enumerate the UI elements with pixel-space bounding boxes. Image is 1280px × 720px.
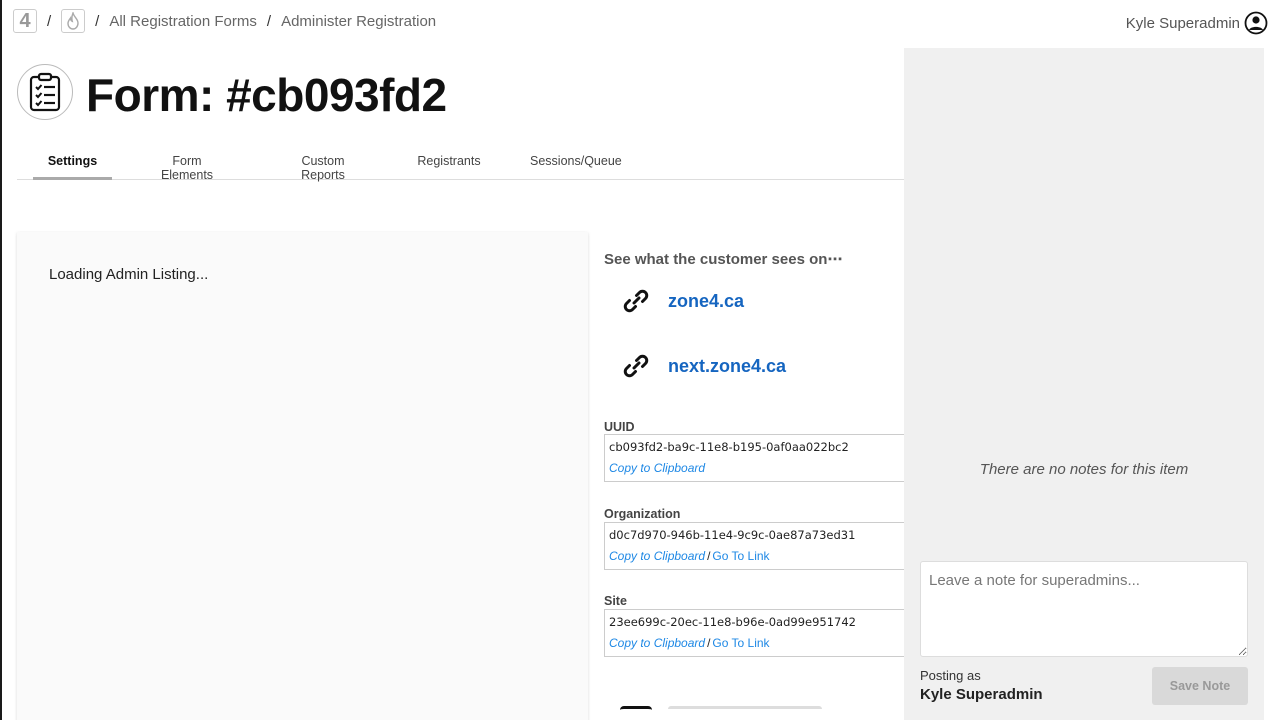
site-value: 23ee699c-20ec-11e8-b96e-0ad99e951742 (609, 615, 856, 629)
note-input[interactable] (920, 561, 1248, 657)
tab-custom-reports[interactable]: Custom Reports (278, 146, 368, 182)
window-edge (0, 0, 2, 720)
user-avatar-icon (1244, 11, 1268, 35)
copy-uuid-link[interactable]: Copy to Clipboard (609, 461, 705, 475)
posting-as-user: Kyle Superadmin (920, 686, 1043, 703)
organization-field: d0c7d970-946b-11e4-9c9c-0ae87a73ed31 Cop… (604, 522, 904, 570)
logo-text: 4 (19, 9, 31, 32)
site-actions: Copy to Clipboard / Go To Link (609, 636, 770, 650)
uuid-label: UUID (604, 420, 635, 434)
organization-actions: Copy to Clipboard / Go To Link (609, 549, 770, 563)
organization-label: Organization (604, 507, 681, 521)
top-bar: 4 / / All Registration Forms / Administe… (0, 0, 1280, 44)
link-icon (623, 289, 649, 313)
separator-slash: / (707, 549, 711, 563)
tab-form-elements[interactable]: Form Elements (145, 146, 229, 182)
tab-registrants[interactable]: Registrants (417, 146, 481, 180)
tab-sessions-queue[interactable]: Sessions/Queue (530, 146, 622, 180)
breadcrumb: 4 / / All Registration Forms / Administe… (13, 8, 436, 34)
customer-link-text[interactable]: next.zone4.ca (668, 356, 786, 377)
separator-slash: / (707, 636, 711, 650)
breadcrumb-all-forms[interactable]: All Registration Forms (109, 13, 257, 30)
organization-value: d0c7d970-946b-11e4-9c9c-0ae87a73ed31 (609, 528, 856, 542)
uuid-value: cb093fd2-ba9c-11e8-b195-0af0aa022bc2 (609, 440, 849, 454)
posting-as-label: Posting as (920, 668, 981, 683)
copy-organization-link[interactable]: Copy to Clipboard (609, 549, 705, 563)
partial-button-cutoff (668, 706, 822, 720)
copy-site-link[interactable]: Copy to Clipboard (609, 636, 705, 650)
user-menu[interactable]: Kyle Superadmin (1126, 11, 1268, 35)
page-title: Form: #cb093fd2 (86, 69, 447, 121)
goto-organization-link[interactable]: Go To Link (712, 549, 769, 563)
loading-text: Loading Admin Listing... (49, 266, 209, 283)
zone4-logo[interactable]: 4 (13, 9, 37, 33)
flame-icon[interactable] (61, 9, 86, 33)
no-notes-message: There are no notes for this item (979, 461, 1189, 478)
breadcrumb-separator: / (266, 12, 272, 30)
partial-icon-cutoff (620, 706, 652, 720)
uuid-field: cb093fd2-ba9c-11e8-b195-0af0aa022bc2 Cop… (604, 434, 904, 482)
breadcrumb-separator: / (47, 12, 52, 30)
goto-site-link[interactable]: Go To Link (712, 636, 769, 650)
notes-sidebar: There are no notes for this item Posting… (904, 48, 1264, 720)
clipboard-checklist-icon (17, 64, 73, 120)
uuid-actions: Copy to Clipboard (609, 461, 705, 475)
site-field: 23ee699c-20ec-11e8-b96e-0ad99e951742 Cop… (604, 609, 904, 657)
admin-listing-panel: Loading Admin Listing... (17, 232, 588, 720)
customer-view-heading: See what the customer sees on⋯ (604, 251, 843, 268)
customer-link-zone4[interactable]: zone4.ca (620, 285, 744, 317)
breadcrumb-separator: / (95, 12, 100, 30)
tab-bar: Settings Form Elements Custom Reports Re… (17, 146, 904, 182)
save-note-button[interactable]: Save Note (1152, 667, 1248, 705)
tab-settings[interactable]: Settings (33, 146, 112, 180)
breadcrumb-administer-registration[interactable]: Administer Registration (281, 13, 436, 30)
user-name: Kyle Superadmin (1125, 14, 1240, 32)
site-label: Site (604, 594, 627, 608)
customer-link-text[interactable]: zone4.ca (668, 291, 744, 312)
link-icon (623, 354, 649, 378)
customer-link-next-zone4[interactable]: next.zone4.ca (620, 350, 786, 382)
